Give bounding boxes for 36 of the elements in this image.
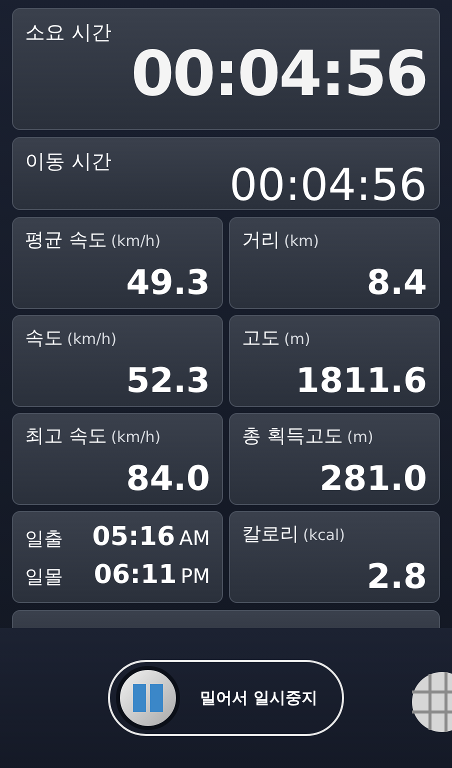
stat-value: 84.0 xyxy=(126,462,210,496)
stat-unit: (km/h) xyxy=(111,427,161,448)
moving-value: 00:04:56 xyxy=(229,164,427,208)
globe-icon[interactable] xyxy=(410,670,452,734)
stat-unit: (m) xyxy=(347,427,374,448)
pause-handle[interactable] xyxy=(116,666,180,730)
pause-label: 밀어서 일시중지 xyxy=(200,687,318,709)
sun-label: 일출 xyxy=(25,526,64,552)
stat-label: 총 획득고도 xyxy=(242,424,344,449)
stat-value: 49.3 xyxy=(126,266,210,300)
stat-value: 281.0 xyxy=(319,462,427,496)
stat-unit: (km) xyxy=(284,231,320,252)
elapsed-label: 소요 시간 xyxy=(25,19,112,46)
pause-icon xyxy=(133,684,163,712)
sun-time: 06:11 xyxy=(94,562,177,588)
stat-value: 1811.6 xyxy=(296,364,427,398)
sun-label: 일몰 xyxy=(25,565,64,590)
stat-unit: (km/h) xyxy=(111,231,161,252)
moving-label: 이동 시간 xyxy=(25,148,112,175)
stat-unit: (m) xyxy=(284,329,310,350)
stat-value: 8.4 xyxy=(366,266,427,300)
stat-label: 칼로리 xyxy=(242,522,299,547)
stat-label: 고도 xyxy=(242,326,280,351)
stat-value: 52.3 xyxy=(126,364,210,398)
sun-ampm: AM xyxy=(179,524,210,552)
pause-slider[interactable]: 밀어서 일시중지 xyxy=(108,660,344,736)
stat-unit: (kcal) xyxy=(303,525,345,546)
stat-unit: (km/h) xyxy=(67,329,117,350)
elapsed-value: 00:04:56 xyxy=(130,43,427,105)
stat-label: 속도 xyxy=(25,326,63,351)
sun-time: 05:16 xyxy=(92,524,176,550)
stat-label: 평균 속도 xyxy=(25,228,108,253)
sun-ampm: PM xyxy=(180,563,210,590)
stat-value: 2.8 xyxy=(366,560,427,594)
stat-label: 거리 xyxy=(242,228,280,253)
stat-label: 최고 속도 xyxy=(25,424,108,449)
